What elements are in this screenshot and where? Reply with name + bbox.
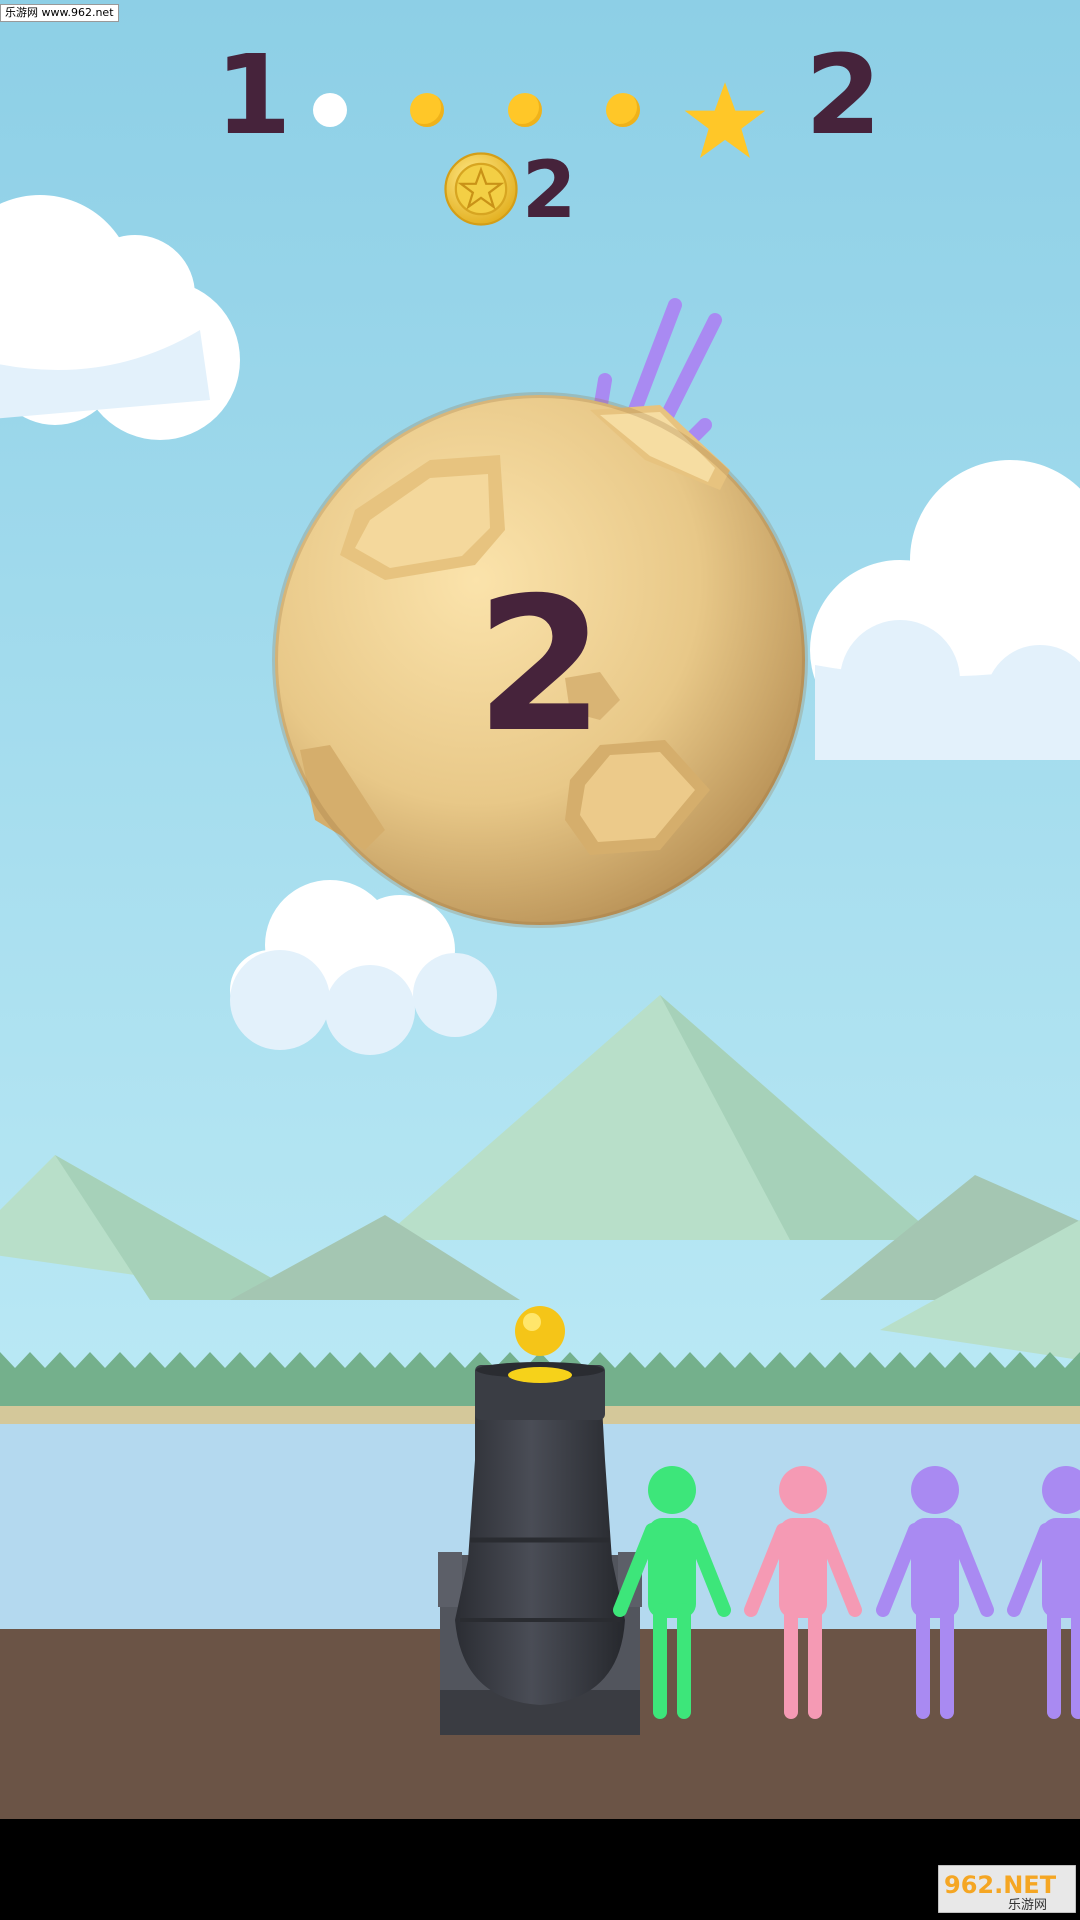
coin-count: 2: [522, 146, 577, 236]
coin-icon: [444, 152, 518, 226]
bottom-bar: [0, 1819, 1080, 1920]
watermark-logo-sub: 乐游网: [1008, 1898, 1047, 1913]
cannon-ball: [515, 1306, 565, 1356]
game-scene[interactable]: 1 2 2 2 乐游网 www.962.net 962.NET 乐游网: [0, 0, 1080, 1920]
star-icon: [684, 82, 766, 158]
progress-dot: [313, 93, 347, 127]
progress-dot: [410, 93, 444, 127]
progress-dot: [606, 93, 640, 127]
watermark-top: 乐游网 www.962.net: [0, 4, 119, 22]
watermark-logo: 962.NET 乐游网: [938, 1865, 1076, 1913]
current-level: 1: [215, 31, 292, 159]
next-level: 2: [805, 31, 882, 159]
target-hit-count: 2: [475, 557, 605, 773]
progress-dot: [508, 93, 542, 127]
watermark-logo-text: 962.NET: [944, 1871, 1057, 1899]
